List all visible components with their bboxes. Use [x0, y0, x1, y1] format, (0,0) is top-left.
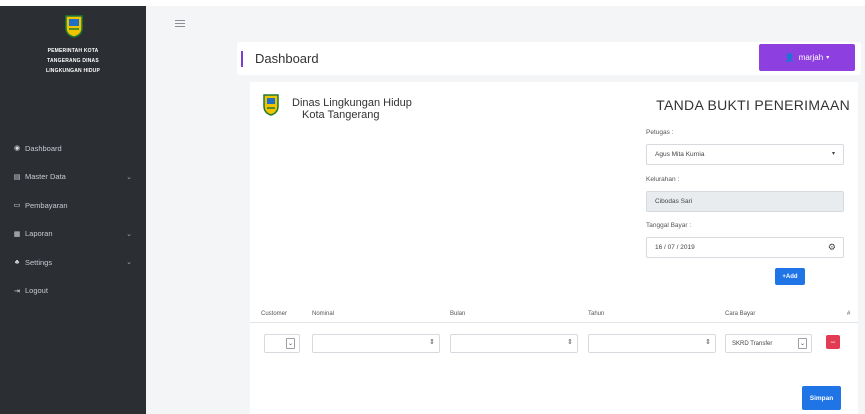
chevron-down-icon: ⌄ [798, 338, 807, 349]
sidebar-item-label: Dashboard [25, 143, 62, 153]
kelurahan-field: Cibodas Sari [646, 191, 844, 212]
sidebar-item-dashboard[interactable]: ◉ Dashboard [0, 134, 146, 163]
sidebar-brand: PEMERINTAH KOTA TANGERANG DINAS LINGKUNG… [0, 6, 146, 106]
column-action: # [847, 311, 851, 317]
tangerang-logo-icon [65, 15, 83, 38]
receipt-card: Dinas Lingkungan Hidup Kota Tangerang TA… [250, 82, 858, 414]
minus-icon: − [830, 336, 836, 347]
user-name: marjah [798, 53, 824, 62]
tahun-input[interactable]: ⇕ [588, 334, 716, 353]
sidebar-nav: ◉ Dashboard ▤ Master Data ⌄ ▭ Pembayaran… [0, 134, 146, 305]
user-menu-button[interactable]: 👤 marjah ▾ [759, 44, 855, 71]
chevron-down-icon: ⌄ [126, 259, 132, 266]
remove-row-button[interactable]: − [826, 335, 840, 349]
add-button[interactable]: +Add [775, 268, 805, 285]
user-icon: 👤 [784, 53, 795, 62]
chevron-down-icon: ⌄ [126, 173, 132, 181]
logout-icon: ⇥ [14, 287, 20, 295]
cara-bayar-select[interactable]: SKRD Transfer ⌄ [725, 334, 812, 353]
brand-line-1: PEMERINTAH KOTA [47, 48, 99, 54]
cara-bayar-value: SKRD Transfer [732, 340, 773, 347]
chevron-down-icon: ⌄ [286, 338, 295, 349]
sidebar-item-label: Laporan [25, 229, 53, 239]
tangerang-logo-icon [263, 94, 279, 116]
report-icon: ▦ [13, 230, 21, 238]
stepper-icon[interactable]: ⇕ [705, 338, 711, 346]
petugas-value: Agus Mita Kurnia [655, 151, 705, 158]
caret-down-icon: ▾ [826, 55, 830, 61]
page-title: Dashboard [255, 51, 319, 66]
table-header: Customer Nominal Bulan Tahun Cara Bayar … [250, 307, 858, 323]
header-accent-bar [241, 51, 243, 67]
stepper-icon[interactable]: ⇕ [567, 338, 573, 346]
petugas-label: Petugas : [646, 129, 674, 136]
sidebar-item-settings[interactable]: ♣ Settings ⌄ [0, 248, 146, 277]
dashboard-icon: ◉ [13, 145, 21, 153]
column-customer: Customer [261, 311, 288, 317]
tanggal-value: 16 / 07 / 2019 [655, 244, 695, 251]
caret-down-icon: ▾ [831, 151, 835, 157]
bulan-input[interactable]: ⇕ [450, 334, 578, 353]
kelurahan-value: Cibodas Sari [655, 198, 693, 205]
column-tahun: Tahun [588, 311, 605, 317]
sidebar-item-label: Pembayaran [25, 200, 68, 210]
sidebar-item-label: Master Data [25, 172, 66, 182]
calendar-gear-icon[interactable]: ⚙ [828, 242, 836, 253]
sidebar-item-pembayaran[interactable]: ▭ Pembayaran [0, 191, 146, 220]
credit-card-icon: ▭ [13, 202, 21, 210]
sidebar-item-label: Logout [25, 286, 48, 296]
save-button[interactable]: Simpan [802, 386, 841, 410]
sidebar-item-label: Settings [25, 257, 53, 267]
users-cog-icon: ♣ [14, 258, 20, 266]
database-icon: ▤ [13, 173, 21, 181]
sidebar-item-logout[interactable]: ⇥ Logout [0, 277, 146, 306]
page-header: Dashboard 👤 marjah ▾ [237, 42, 861, 75]
sidebar-item-master-data[interactable]: ▤ Master Data ⌄ [0, 163, 146, 192]
chevron-down-icon: ⌄ [126, 230, 132, 238]
customer-select[interactable]: ⌄ [264, 334, 300, 353]
stepper-icon[interactable]: ⇕ [429, 338, 435, 346]
kelurahan-label: Kelurahan : [646, 176, 680, 183]
sidebar-item-laporan[interactable]: ▦ Laporan ⌄ [0, 220, 146, 249]
sidebar: PEMERINTAH KOTA TANGERANG DINAS LINGKUNG… [0, 6, 146, 414]
brand-line-2: TANGERANG DINAS [47, 58, 99, 64]
menu-toggle-icon[interactable] [175, 20, 185, 27]
tanggal-label: Tanggal Bayar : [646, 222, 692, 229]
nominal-input[interactable]: ⇕ [312, 334, 440, 353]
column-bulan: Bulan [450, 311, 466, 317]
org-name: Dinas Lingkungan Hidup [292, 97, 412, 109]
tanggal-input[interactable]: 16 / 07 / 2019 ⚙ [646, 237, 844, 258]
column-nominal: Nominal [312, 311, 335, 317]
org-city: Kota Tangerang [302, 109, 380, 121]
receipt-title: TANDA BUKTI PENERIMAAN [656, 97, 850, 113]
brand-line-3: LINGKUNGAN HIDUP [45, 68, 101, 74]
column-cara-bayar: Cara Bayar [725, 311, 756, 317]
petugas-select[interactable]: Agus Mita Kurnia ▾ [646, 144, 844, 165]
